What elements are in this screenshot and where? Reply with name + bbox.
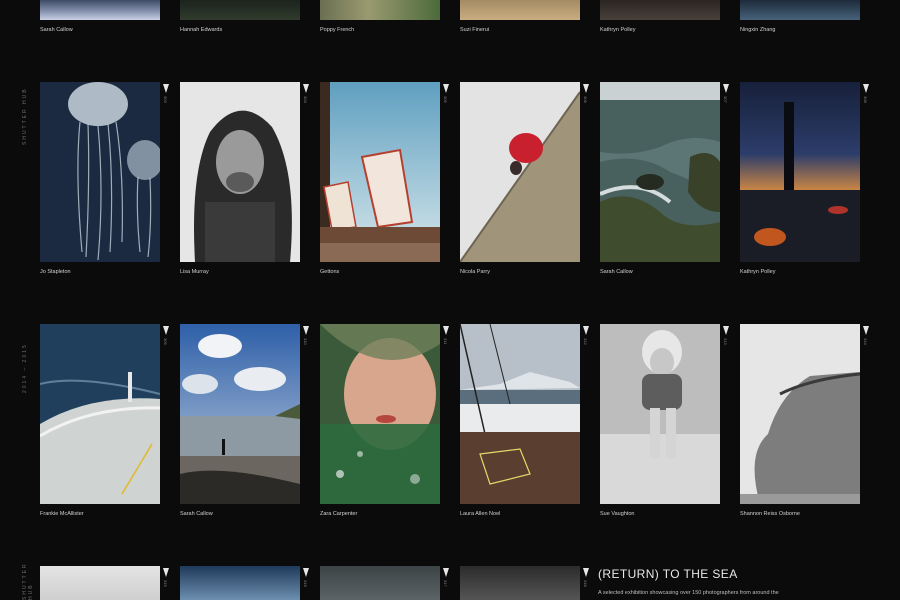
photo-thumbnail[interactable] <box>460 0 580 20</box>
boat-deck-photo <box>460 324 580 504</box>
photo-thumbnail <box>180 566 300 600</box>
photo-card[interactable] <box>320 82 440 262</box>
photo-caption: Sue Vaughton <box>600 511 635 517</box>
white-cliff-photo <box>740 324 860 504</box>
film-strip-marker: 305 <box>442 82 450 262</box>
photo-caption: Ningxin Zhang <box>740 27 776 33</box>
red-hair-wall-photo <box>460 82 580 262</box>
deckchairs-photo <box>320 82 440 262</box>
photo-thumbnail[interactable] <box>600 0 720 20</box>
film-strip-marker: 308 <box>862 82 870 262</box>
film-strip-marker: 310 <box>302 324 310 504</box>
photo-card[interactable] <box>40 566 160 600</box>
photo-caption: Jo Stapleton <box>40 269 71 275</box>
photo-thumbnail <box>460 566 580 600</box>
film-strip-marker: 315 <box>162 566 170 600</box>
photo-caption: Poppy French <box>320 27 355 33</box>
film-strip-marker: 312 <box>582 324 590 504</box>
photo-caption: Nicola Parry <box>460 269 490 275</box>
jellyfish-photo <box>40 82 160 262</box>
photo-caption: Laura Allen Noel <box>460 511 501 517</box>
exhibition-description: A selected exhibition showcasing over 15… <box>598 590 779 596</box>
photo-caption: Sarah Callow <box>40 27 73 33</box>
photo-card[interactable] <box>320 566 440 600</box>
photo-caption: Kathryn Polley <box>600 27 636 33</box>
photo-card[interactable] <box>740 82 860 262</box>
photo-caption: Gettons <box>320 269 340 275</box>
photo-thumbnail[interactable] <box>740 0 860 20</box>
film-strip-marker: 316 <box>302 566 310 600</box>
photo-thumbnail <box>320 566 440 600</box>
film-strip-marker: 313 <box>722 324 730 504</box>
photo-caption: Suzi Finerui <box>460 27 490 33</box>
photo-card[interactable] <box>180 324 300 504</box>
film-strip-marker: 306 <box>582 82 590 262</box>
exhibition-title: (RETURN) TO THE SEA <box>598 567 738 581</box>
film-strip-marker: 309 <box>162 324 170 504</box>
photo-caption: Hannah Edwards <box>180 27 223 33</box>
side-label-bottom: SHUTTER HUB <box>22 562 34 600</box>
photo-thumbnail <box>40 566 160 600</box>
film-strip-marker: 304 <box>302 82 310 262</box>
photo-caption: Lisa Murray <box>180 269 209 275</box>
film-strip-marker: 307 <box>722 82 730 262</box>
cliffs-sea-photo <box>600 82 720 262</box>
beach-clouds-photo <box>180 324 300 504</box>
photo-caption: Zara Carpenter <box>320 511 358 517</box>
hooded-man-photo <box>180 82 300 262</box>
photo-card[interactable] <box>460 324 580 504</box>
photo-card[interactable] <box>600 82 720 262</box>
photo-card[interactable] <box>40 82 160 262</box>
photo-caption: Kathryn Polley <box>740 269 776 275</box>
lighthouse-dusk-photo <box>740 82 860 262</box>
photo-card[interactable] <box>40 324 160 504</box>
film-strip-marker: 311 <box>442 324 450 504</box>
side-label-top: SHUTTER HUB <box>22 87 28 145</box>
film-strip-marker: 317 <box>442 566 450 600</box>
underwater-face-photo <box>320 324 440 504</box>
photo-thumbnail[interactable] <box>40 0 160 20</box>
photo-thumbnail[interactable] <box>320 0 440 20</box>
photo-caption: Sarah Callow <box>600 269 633 275</box>
photo-caption: Sarah Callow <box>180 511 213 517</box>
photo-card[interactable] <box>740 324 860 504</box>
photo-caption: Shannon Reiss Osborne <box>740 511 800 517</box>
photo-card[interactable] <box>460 566 580 600</box>
photo-card[interactable] <box>180 82 300 262</box>
photo-card[interactable] <box>600 324 720 504</box>
side-label-mid: 2014 – 2015 <box>22 343 28 393</box>
child-sand-photo <box>600 324 720 504</box>
photo-thumbnail[interactable] <box>180 0 300 20</box>
film-strip-marker: 303 <box>162 82 170 262</box>
film-strip-marker: 314 <box>862 324 870 504</box>
photo-card[interactable] <box>320 324 440 504</box>
photo-card[interactable] <box>180 566 300 600</box>
photo-card[interactable] <box>460 82 580 262</box>
photo-caption: Frankie McAllister <box>40 511 84 517</box>
ferry-deck-photo <box>40 324 160 504</box>
film-strip-marker: 318 <box>582 566 590 600</box>
